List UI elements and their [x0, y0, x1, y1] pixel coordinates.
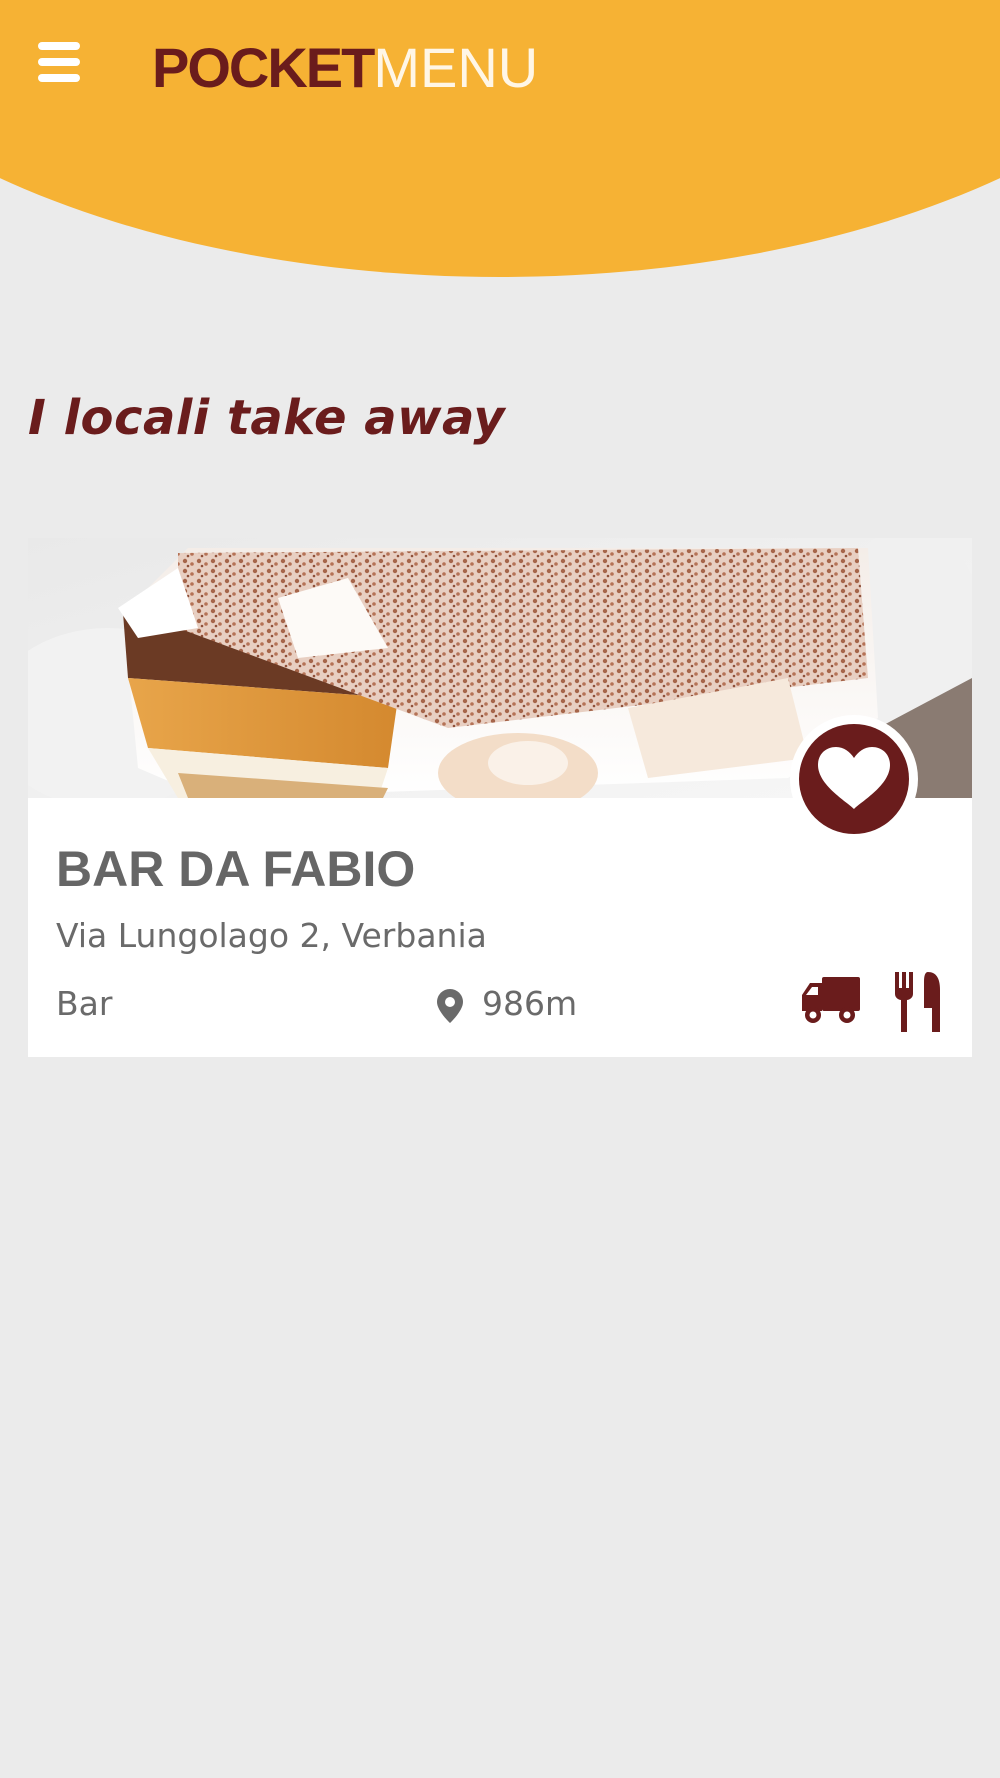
favorite-button[interactable] [790, 715, 918, 843]
menu-line [38, 58, 80, 66]
fork-knife-icon [895, 972, 940, 1032]
venue-distance: 986m [482, 984, 578, 1023]
logo-text-pocket: POCKET [152, 36, 375, 99]
location-pin-icon [437, 989, 463, 1023]
menu-line [38, 74, 80, 82]
logo-text-menu: MENU [373, 36, 539, 99]
section-title: I locali take away [28, 390, 506, 446]
app-page: POCKETMENU I locali take away BAR DA FAB… [0, 0, 1000, 1778]
app-logo: POCKETMENU [152, 38, 538, 98]
venue-card[interactable]: BAR DA FABIO Via Lungolago 2, Verbania B… [28, 538, 972, 1057]
menu-line [38, 42, 80, 50]
hamburger-menu-icon[interactable] [38, 40, 82, 86]
venue-name: BAR DA FABIO [56, 841, 416, 897]
delivery-truck-icon [802, 977, 860, 1023]
heart-icon [818, 747, 890, 809]
venue-address: Via Lungolago 2, Verbania [56, 916, 487, 955]
venue-category: Bar [56, 984, 113, 1023]
